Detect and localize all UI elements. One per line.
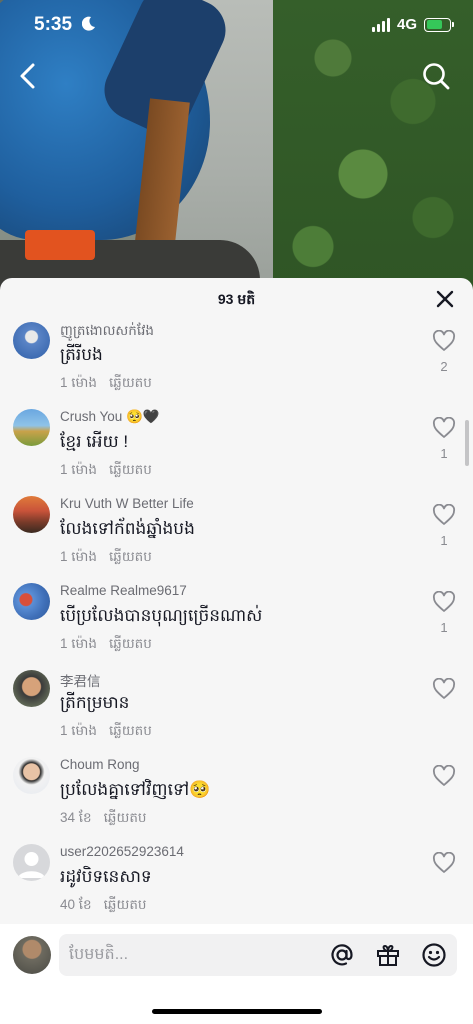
comment-item: user2202652923614 រដូវបិទនេសាទ 40 ខែ ឆ្ល… — [0, 844, 473, 931]
comment-username[interactable]: Crush You 🥺🖤 — [60, 409, 160, 425]
avatar[interactable] — [13, 496, 50, 533]
reply-button[interactable]: ឆ្លើយតប — [109, 374, 152, 394]
network-label: 4G — [396, 16, 417, 33]
video-background[interactable]: 5:35 4G — [0, 0, 473, 290]
like-button[interactable]: 1 — [431, 416, 457, 461]
reply-button[interactable]: ឆ្លើយតប — [109, 461, 152, 481]
like-button[interactable] — [431, 764, 457, 794]
status-bar: 5:35 4G — [0, 0, 473, 50]
like-button[interactable] — [431, 677, 457, 707]
like-button[interactable] — [431, 851, 457, 881]
avatar[interactable] — [13, 757, 50, 794]
reply-button[interactable]: ឆ្លើយតប — [109, 635, 152, 655]
comment-text: លែងទៅក័ពង់ឆ្នាំងបង — [60, 519, 195, 538]
signal-icon — [371, 17, 390, 32]
gift-icon[interactable] — [375, 942, 401, 968]
comment-meta: 1 ម៉ោង ឆ្លើយតប — [60, 461, 152, 481]
like-count: 1 — [440, 620, 448, 635]
sheet-header: 93 មតិ — [0, 278, 473, 322]
video-vest — [25, 230, 95, 260]
heart-icon[interactable] — [432, 503, 456, 526]
comment-item: ញូត្រងោលសក់វែង ត្រីរីបង 1 ម៉ោង ឆ្លើយតប 2 — [0, 322, 473, 409]
comment-meta: 1 ម៉ោង ឆ្លើយតប — [60, 722, 152, 742]
comment-input[interactable] — [69, 934, 309, 976]
reply-button[interactable]: ឆ្លើយតប — [109, 548, 152, 568]
comment-item: 李君信 ត្រីកម្រមាន 1 ម៉ោង ឆ្លើយតប — [0, 670, 473, 757]
comment-item: Kru Vuth W Better Life លែងទៅក័ពង់ឆ្នាំងប… — [0, 496, 473, 583]
comment-meta: 1 ម៉ោង ឆ្លើយតប — [60, 635, 152, 655]
comments-sheet: 93 មតិ ញូត្រងោលសក់វែង ត្រីរីបង 1 ម៉ោង ឆ្… — [0, 278, 473, 1024]
status-time: 5:35 — [34, 14, 73, 35]
comment-item: Choum Rong ប្រលែងគ្នាទៅវិញទៅ🥺 34 ខែ ឆ្លើ… — [0, 757, 473, 844]
avatar[interactable] — [13, 583, 50, 620]
comment-text: ត្រីរីបង — [60, 345, 103, 364]
like-button[interactable]: 1 — [431, 503, 457, 548]
reply-button[interactable]: ឆ្លើយតប — [104, 896, 147, 916]
avatar[interactable] — [13, 844, 50, 881]
close-icon[interactable] — [435, 289, 455, 309]
like-button[interactable]: 2 — [431, 329, 457, 374]
comment-text: ប្រលែងគ្នាទៅវិញទៅ🥺 — [60, 780, 211, 799]
reply-button[interactable]: ឆ្លើយតប — [104, 809, 147, 829]
heart-icon[interactable] — [432, 851, 456, 874]
comment-username[interactable]: ញូត្រងោលសក់វែង — [60, 322, 154, 342]
comment-time: 1 ម៉ោង — [60, 723, 97, 738]
comment-input-bar — [0, 924, 473, 1024]
comment-username[interactable]: Kru Vuth W Better Life — [60, 496, 194, 511]
comment-meta: 1 ម៉ោង ឆ្លើយតប — [60, 548, 152, 568]
comment-time: 1 ម៉ោង — [60, 636, 97, 651]
comment-time: 40 ខែ — [60, 897, 92, 912]
avatar[interactable] — [13, 409, 50, 446]
comment-username[interactable]: Realme Realme9617 — [60, 583, 187, 598]
heart-icon[interactable] — [432, 764, 456, 787]
heart-icon[interactable] — [432, 416, 456, 439]
comment-username[interactable]: Choum Rong — [60, 757, 140, 772]
comment-item: Crush You 🥺🖤 ខ្មែរ អើយ ! 1 ម៉ោង ឆ្លើយតប … — [0, 409, 473, 496]
like-button[interactable]: 1 — [431, 590, 457, 635]
comment-meta: 40 ខែ ឆ្លើយតប — [60, 896, 146, 916]
heart-icon[interactable] — [432, 590, 456, 613]
like-count: 1 — [440, 533, 448, 548]
default-avatar-icon — [18, 852, 45, 878]
comment-text: ខ្មែរ អើយ ! — [60, 432, 129, 451]
search-icon[interactable] — [421, 61, 451, 91]
reply-button[interactable]: ឆ្លើយតប — [109, 722, 152, 742]
comment-username[interactable]: 李君信 — [60, 670, 101, 690]
emoji-icon[interactable] — [421, 942, 447, 968]
comment-time: 34 ខែ — [60, 810, 92, 825]
status-right: 4G — [371, 16, 454, 33]
comment-text: ត្រីកម្រមាន — [60, 693, 130, 712]
comment-time: 1 ម៉ោង — [60, 375, 97, 390]
like-count: 2 — [440, 359, 448, 374]
comment-time: 1 ម៉ោង — [60, 462, 97, 477]
comment-item: Realme Realme9617 បើប្រលែងបានបុណ្យច្រើនណ… — [0, 583, 473, 670]
back-arrow-icon[interactable] — [14, 60, 42, 92]
heart-icon[interactable] — [432, 677, 456, 700]
home-indicator[interactable] — [152, 1009, 322, 1014]
mention-icon[interactable] — [329, 942, 355, 968]
like-count: 1 — [440, 446, 448, 461]
comment-list[interactable]: ញូត្រងោលសក់វែង ត្រីរីបង 1 ម៉ោង ឆ្លើយតប 2… — [0, 322, 473, 922]
comment-meta: 34 ខែ ឆ្លើយតប — [60, 809, 146, 829]
comment-time: 1 ម៉ោង — [60, 549, 97, 564]
avatar[interactable] — [13, 322, 50, 359]
moon-icon — [82, 16, 95, 31]
comment-meta: 1 ម៉ោង ឆ្លើយតប — [60, 374, 152, 394]
comment-username[interactable]: user2202652923614 — [60, 844, 184, 859]
avatar[interactable] — [13, 670, 50, 707]
comments-count-title: 93 មតិ — [217, 291, 256, 307]
battery-icon — [424, 17, 454, 32]
avatar[interactable] — [13, 936, 51, 974]
comment-text: រដូវបិទនេសាទ — [60, 867, 152, 886]
heart-icon[interactable] — [432, 329, 456, 352]
comment-text: បើប្រលែងបានបុណ្យច្រើនណាស់ — [60, 606, 263, 625]
comment-input-container[interactable] — [59, 934, 457, 976]
